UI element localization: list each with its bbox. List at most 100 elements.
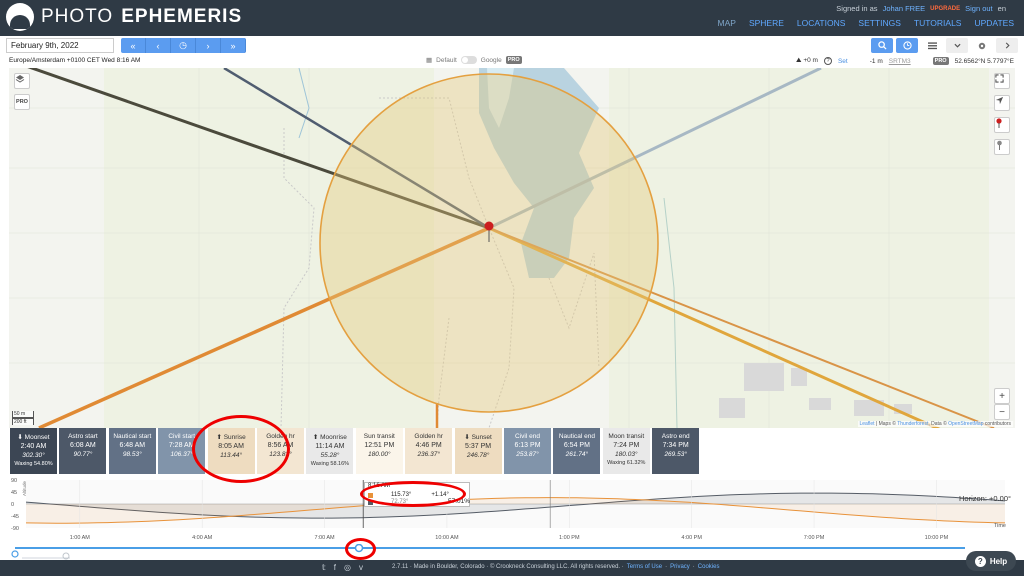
- grey-pin-icon: [997, 140, 1002, 150]
- prev-step-button[interactable]: ‹: [146, 38, 171, 53]
- chevron-down-icon: [953, 43, 961, 48]
- annotation-ring-sunrise: [192, 415, 290, 483]
- event-card[interactable]: Astro start 6:08 AM 90.77°: [59, 428, 107, 474]
- account-user[interactable]: Johan FREE: [883, 4, 926, 13]
- layers-button[interactable]: [14, 73, 30, 89]
- fullscreen-button[interactable]: [994, 73, 1010, 89]
- event-card[interactable]: Moon transit 7:24 PM 180.03° Waxing 61.32%: [602, 428, 650, 474]
- help-icon[interactable]: ?: [823, 57, 832, 65]
- event-card[interactable]: ⬆ Moonrise 11:14 AM 55.28° Waxing 58.16%: [306, 428, 354, 474]
- x-tick-label: 4:00 PM: [681, 535, 702, 541]
- menu-sphere[interactable]: SPHERE: [749, 18, 784, 28]
- privacy-link[interactable]: Privacy: [670, 564, 690, 570]
- event-time: 11:14 AM: [315, 443, 345, 450]
- terms-link[interactable]: Terms of Use: [627, 564, 662, 570]
- social-links: 𝕥 f ◎ v: [322, 563, 363, 572]
- language-selector[interactable]: en: [998, 4, 1006, 13]
- instagram-icon[interactable]: ◎: [344, 563, 351, 572]
- x-tick-label: 1:00 PM: [559, 535, 580, 541]
- map-scale: 50 m 200 ft: [12, 411, 34, 425]
- layer-toggle[interactable]: [460, 56, 477, 64]
- annotation-ring-slider: [345, 538, 376, 560]
- thunderforest-link[interactable]: Thunderforest: [897, 421, 928, 427]
- time-button[interactable]: [896, 38, 918, 53]
- next-day-fast-button[interactable]: »: [221, 38, 246, 53]
- sign-out-link[interactable]: Sign out: [965, 4, 993, 13]
- timezone-label: Europe/Amsterdam +0100 CET Wed 8:16 AM: [9, 57, 141, 64]
- twitter-icon[interactable]: 𝕥: [322, 563, 326, 572]
- height-offset[interactable]: ⛰ +0 m: [796, 57, 818, 65]
- help-button[interactable]: ? Help: [966, 551, 1016, 571]
- time-slider[interactable]: [0, 543, 1024, 560]
- map[interactable]: PRO + − 50 m 200 ft Leaflet | Maps © Thu…: [9, 68, 1015, 428]
- event-moon-phase: Waxing 54.80%: [14, 461, 53, 467]
- hamburger-icon: [927, 41, 937, 49]
- event-time: 2:40 AM: [20, 443, 47, 450]
- x-axis-label: Time: [994, 523, 1006, 529]
- upgrade-link[interactable]: UPGRADE: [930, 6, 960, 12]
- time-slider-track[interactable]: [0, 543, 1024, 560]
- leaflet-link[interactable]: Leaflet: [860, 421, 875, 427]
- event-card[interactable]: Golden hr 4:46 PM 236.37°: [405, 428, 453, 474]
- event-azimuth: 180.00°: [368, 451, 391, 458]
- set-height-link[interactable]: Set: [838, 58, 848, 65]
- drop-pin-button[interactable]: [994, 117, 1010, 133]
- map-canvas[interactable]: [9, 68, 1015, 428]
- date-slider-handle[interactable]: [11, 550, 19, 558]
- event-label: ⬇ Moonset: [17, 434, 50, 441]
- zoom-in-button[interactable]: +: [994, 388, 1010, 404]
- event-label: Moon transit: [608, 433, 645, 440]
- event-card[interactable]: Sun transit 12:51 PM 180.00°: [355, 428, 403, 474]
- next-step-button[interactable]: ›: [196, 38, 221, 53]
- event-time: 12:51 PM: [364, 442, 395, 449]
- settings-button[interactable]: [971, 38, 993, 53]
- fullscreen-icon: [995, 74, 1004, 83]
- pro-badge: PRO: [505, 56, 522, 64]
- event-label: Nautical start: [113, 433, 152, 440]
- facebook-icon[interactable]: f: [334, 563, 336, 572]
- event-card[interactable]: Nautical end 6:54 PM 261.74°: [553, 428, 601, 474]
- menu-locations[interactable]: LOCATIONS: [797, 18, 846, 28]
- event-card[interactable]: ⬇ Sunset 5:37 PM 246.78°: [454, 428, 502, 474]
- gear-icon: [978, 42, 986, 49]
- secondary-pin-button[interactable]: [994, 139, 1010, 155]
- pro-map-button[interactable]: PRO: [14, 94, 30, 110]
- event-card[interactable]: Astro end 7:34 PM 269.53°: [652, 428, 700, 474]
- date-input[interactable]: [6, 38, 114, 53]
- event-card[interactable]: Civil end 6:13 PM 253.87°: [504, 428, 551, 474]
- menu-button[interactable]: [921, 38, 943, 53]
- elevation-value: -1 m: [869, 57, 883, 65]
- menu-updates[interactable]: UPDATES: [974, 18, 1014, 28]
- event-azimuth: 269.53°: [664, 451, 687, 458]
- event-time: 4:46 PM: [415, 442, 442, 449]
- event-azimuth: 261.74°: [565, 451, 589, 458]
- event-azimuth: 180.03°: [615, 451, 638, 458]
- locate-button[interactable]: [994, 95, 1010, 111]
- search-button[interactable]: [871, 38, 893, 53]
- altitude-chart[interactable]: 90 45 0 -45 -90 Altitude 1:00 AM 4:00 AM 7:00 AM…: [9, 476, 1015, 544]
- cookies-link[interactable]: Cookies: [698, 564, 720, 570]
- chevron-right-icon: [1005, 42, 1010, 49]
- prev-day-fast-button[interactable]: «: [121, 38, 146, 53]
- menu-dropdown-button[interactable]: [946, 38, 968, 53]
- logo-word-photo: PHOTO: [41, 6, 114, 27]
- srtm-source[interactable]: SRTM3: [889, 58, 911, 65]
- menu-settings[interactable]: SETTINGS: [858, 18, 901, 28]
- osm-link[interactable]: OpenStreetMap: [948, 421, 983, 427]
- now-button[interactable]: ◷: [171, 38, 196, 53]
- share-button[interactable]: [996, 38, 1018, 53]
- logo[interactable]: PHOTO EPHEMERIS: [6, 3, 242, 31]
- menu-tutorials[interactable]: TUTORIALS: [914, 18, 962, 28]
- event-azimuth: 246.78°: [466, 452, 490, 459]
- event-label: ⬆ Moonrise: [312, 434, 347, 441]
- altitude-graph[interactable]: 90 45 0 -45 -90 Altitude 1:00 AM 4:00 AM 7:00 AM…: [9, 476, 1015, 544]
- location-pin-icon[interactable]: [484, 221, 494, 231]
- footer-text: 2.7.11 · Made in Boulder, Colorado · © C…: [392, 564, 720, 570]
- event-card[interactable]: ⬇ Moonset 2:40 AM 302.30° Waxing 54.80%: [10, 428, 57, 474]
- event-card[interactable]: Nautical start 6:48 AM 98.53°: [108, 428, 156, 474]
- vimeo-icon[interactable]: v: [359, 563, 363, 572]
- toolbar-right: [871, 38, 1018, 53]
- event-azimuth: 253.87°: [516, 451, 539, 458]
- menu-map[interactable]: MAP: [718, 18, 736, 28]
- zoom-out-button[interactable]: −: [994, 404, 1010, 420]
